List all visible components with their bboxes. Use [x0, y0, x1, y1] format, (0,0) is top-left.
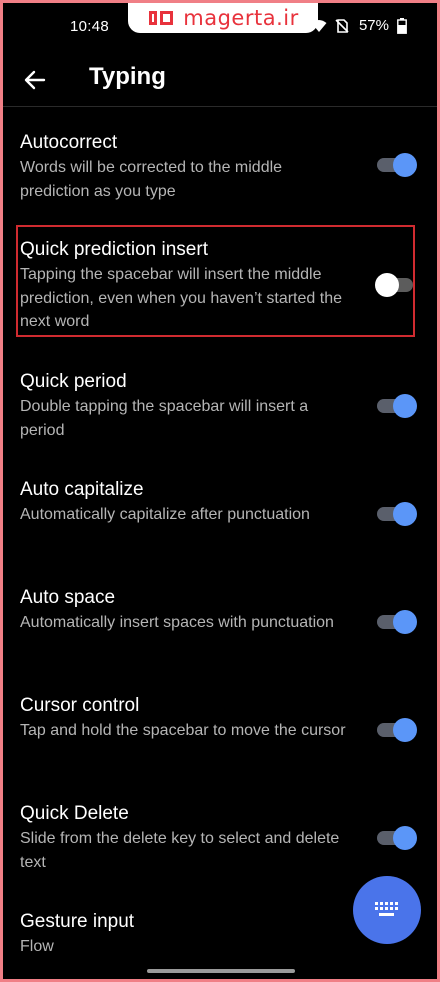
auto-space-toggle[interactable] [377, 609, 417, 634]
setting-title: Gesture input [20, 911, 135, 932]
setting-autocorrect[interactable]: Autocorrect Words will be corrected to t… [3, 131, 437, 201]
keyboard-fab-button[interactable] [353, 876, 421, 944]
setting-cursor-control[interactable]: Cursor control Tap and hold the spacebar… [3, 694, 437, 764]
setting-title: Quick prediction insert [20, 239, 208, 260]
arrow-back-icon [24, 70, 46, 90]
setting-description: Words will be corrected to the middle pr… [20, 159, 283, 200]
battery-percentage: 57% [358, 17, 389, 34]
toggle-thumb [393, 153, 417, 177]
setting-description: Automatically insert spaces with punctua… [20, 614, 334, 631]
page-title: Typing [89, 63, 166, 90]
toggle-thumb [393, 502, 417, 526]
watermark-text: magerta.ir [183, 6, 299, 30]
setting-description: Slide from the delete key to select and … [20, 830, 340, 871]
setting-title: Autocorrect [20, 132, 118, 153]
setting-title: Cursor control [20, 695, 140, 716]
wifi-icon [311, 19, 327, 32]
back-button[interactable] [17, 62, 53, 98]
toggle-thumb [393, 718, 417, 742]
status-bar: 10:48 magerta.ir 57% [3, 3, 437, 53]
toggle-thumb [393, 394, 417, 418]
setting-title: Quick Delete [20, 803, 129, 824]
status-time: 10:48 [70, 18, 110, 35]
setting-quick-prediction-insert[interactable]: Quick prediction insert Tapping the spac… [3, 238, 437, 330]
setting-title: Quick period [20, 371, 127, 392]
home-indicator [147, 969, 295, 973]
setting-description: Tap and hold the spacebar to move the cu… [20, 722, 346, 739]
auto-capitalize-toggle[interactable] [377, 501, 417, 526]
toggle-thumb [393, 610, 417, 634]
quick-prediction-insert-toggle[interactable] [375, 272, 415, 297]
battery-icon [397, 17, 407, 34]
setting-description: Automatically capitalize after punctuati… [20, 506, 310, 523]
watermark: magerta.ir [128, 3, 318, 33]
no-sim-icon [335, 18, 349, 33]
cursor-control-toggle[interactable] [377, 717, 417, 742]
keyboard-icon [375, 902, 398, 916]
setting-title: Auto space [20, 587, 116, 608]
setting-auto-space[interactable]: Auto space Automatically insert spaces w… [3, 586, 437, 656]
phone-screen: 10:48 magerta.ir 57% Typing Autocorrect … [3, 3, 437, 979]
setting-description: Double tapping the spacebar will insert … [20, 398, 309, 439]
setting-quick-period[interactable]: Quick period Double tapping the spacebar… [3, 370, 437, 440]
setting-auto-capitalize[interactable]: Auto capitalize Automatically capitalize… [3, 478, 437, 548]
setting-quick-delete[interactable]: Quick Delete Slide from the delete key t… [3, 802, 437, 872]
magerta-logo-icon [149, 11, 174, 25]
status-icons: 57% [311, 17, 407, 34]
toggle-thumb [375, 273, 399, 297]
setting-description: Flow [20, 938, 54, 955]
quick-delete-toggle[interactable] [377, 825, 417, 850]
toggle-thumb [393, 826, 417, 850]
autocorrect-toggle[interactable] [377, 152, 417, 177]
app-bar: Typing [3, 53, 437, 107]
setting-description: Tapping the spacebar will insert the mid… [20, 266, 342, 330]
quick-period-toggle[interactable] [377, 393, 417, 418]
setting-title: Auto capitalize [20, 479, 144, 500]
